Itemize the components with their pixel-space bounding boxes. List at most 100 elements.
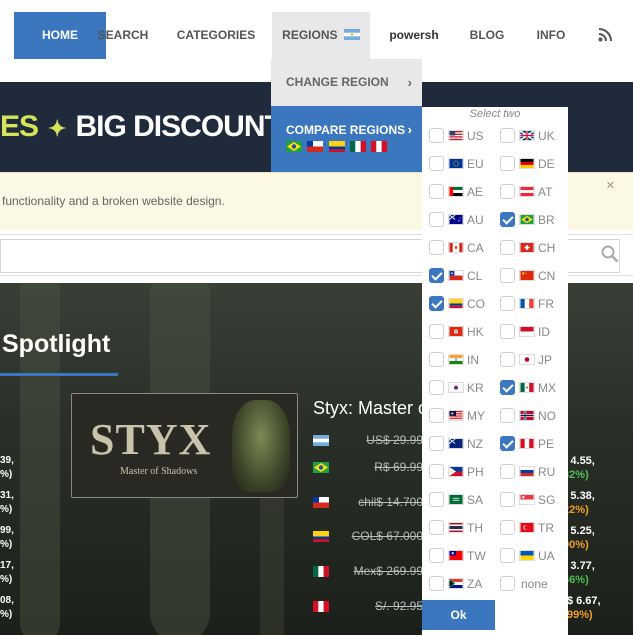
region-checkbox[interactable] — [500, 576, 515, 591]
region-option-kr[interactable]: KR — [422, 376, 492, 398]
price-line: 31, — [0, 490, 14, 501]
region-option-de[interactable]: DE — [493, 152, 563, 174]
nav-categories[interactable]: CATEGORIES — [176, 12, 256, 59]
region-checkbox[interactable] — [500, 128, 515, 143]
region-checkbox[interactable] — [500, 268, 515, 283]
ph-flag-icon — [448, 466, 464, 477]
cl-flag-icon — [448, 270, 464, 281]
region-checkbox[interactable] — [500, 240, 515, 255]
region-checkbox[interactable] — [500, 380, 515, 395]
region-option-at[interactable]: AT — [493, 180, 563, 202]
region-option-cl[interactable]: CL — [422, 264, 492, 286]
old-price: US$ 29.99 — [366, 433, 423, 447]
region-option-pe[interactable]: PE — [493, 432, 563, 454]
region-checkbox[interactable] — [429, 548, 444, 563]
region-checkbox[interactable] — [429, 492, 444, 507]
br-flag-icon — [519, 214, 535, 225]
region-checkbox[interactable] — [429, 380, 444, 395]
close-icon[interactable]: ✕ — [606, 179, 615, 192]
region-checkbox[interactable] — [429, 296, 444, 311]
region-option-ru[interactable]: RU — [493, 460, 563, 482]
region-checkbox[interactable] — [429, 324, 444, 339]
region-checkbox[interactable] — [429, 352, 444, 367]
region-option-au[interactable]: AU — [422, 208, 492, 230]
region-checkbox[interactable] — [429, 240, 444, 255]
region-option-id[interactable]: ID — [493, 320, 563, 342]
chile-flag-icon — [313, 497, 329, 508]
region-option-br[interactable]: BR — [493, 208, 563, 230]
region-checkbox[interactable] — [429, 520, 444, 535]
region-option-fr[interactable]: FR — [493, 292, 563, 314]
region-checkbox[interactable] — [500, 436, 515, 451]
no-flag-icon — [519, 410, 535, 421]
region-checkbox[interactable] — [429, 212, 444, 227]
nz-flag-icon — [448, 438, 464, 449]
region-option-co[interactable]: CO — [422, 292, 492, 314]
region-option-jp[interactable]: JP — [493, 348, 563, 370]
region-checkbox[interactable] — [429, 184, 444, 199]
region-option-tw[interactable]: TW — [422, 544, 492, 566]
region-option-nz[interactable]: NZ — [422, 432, 492, 454]
region-option-sa[interactable]: SA — [422, 488, 492, 510]
region-checkbox[interactable] — [500, 296, 515, 311]
region-option-ch[interactable]: CH — [493, 236, 563, 258]
region-option-za[interactable]: ZA — [422, 572, 492, 594]
region-checkbox[interactable] — [500, 520, 515, 535]
nav-search[interactable]: SEARCH — [94, 12, 152, 59]
region-option-tr[interactable]: TR — [493, 516, 563, 538]
menu-compare-regions[interactable]: COMPARE REGIONS › — [271, 106, 422, 172]
region-checkbox[interactable] — [500, 156, 515, 171]
region-checkbox[interactable] — [429, 156, 444, 171]
rss-icon[interactable] — [592, 12, 618, 59]
region-option-none[interactable]: none — [493, 572, 563, 594]
region-option-ph[interactable]: PH — [422, 460, 492, 482]
region-checkbox[interactable] — [429, 436, 444, 451]
region-code: none — [521, 577, 548, 591]
region-checkbox[interactable] — [500, 408, 515, 423]
region-option-cn[interactable]: CN — [493, 264, 563, 286]
nav-blog[interactable]: BLOG — [468, 12, 506, 59]
region-option-sg[interactable]: SG — [493, 488, 563, 510]
game-title[interactable]: Styx: Master o — [313, 398, 428, 419]
ok-button[interactable]: Ok — [422, 600, 495, 630]
region-checkbox[interactable] — [500, 352, 515, 367]
region-option-mx[interactable]: MX — [493, 376, 563, 398]
game-logo-subtitle: Master of Shadows — [120, 466, 198, 477]
nav-user[interactable]: powersh — [386, 12, 442, 59]
menu-change-region[interactable]: CHANGE REGION › — [271, 59, 422, 106]
ca-flag-icon — [448, 242, 464, 253]
peru-flag-icon — [371, 141, 388, 152]
nav-home[interactable]: HOME — [14, 12, 106, 59]
region-option-my[interactable]: MY — [422, 404, 492, 426]
region-option-ae[interactable]: AE — [422, 180, 492, 202]
price-line: %) — [0, 504, 13, 515]
region-checkbox[interactable] — [500, 548, 515, 563]
region-checkbox[interactable] — [429, 464, 444, 479]
region-checkbox[interactable] — [500, 212, 515, 227]
nav-info[interactable]: INFO — [535, 12, 567, 59]
region-checkbox[interactable] — [500, 492, 515, 507]
region-checkbox[interactable] — [429, 576, 444, 591]
region-checkbox[interactable] — [429, 128, 444, 143]
search-icon[interactable] — [601, 245, 619, 263]
region-checkbox[interactable] — [500, 184, 515, 199]
region-checkbox[interactable] — [429, 268, 444, 283]
region-option-in[interactable]: IN — [422, 348, 492, 370]
region-checkbox[interactable] — [500, 324, 515, 339]
nav-regions[interactable]: REGIONS — [272, 12, 370, 59]
star-icon: ✦ — [48, 116, 66, 141]
region-checkbox[interactable] — [429, 408, 444, 423]
region-option-us[interactable]: US — [422, 124, 492, 146]
region-option-th[interactable]: TH — [422, 516, 492, 538]
region-option-ca[interactable]: CA — [422, 236, 492, 258]
region-option-eu[interactable]: EU — [422, 152, 492, 174]
game-thumbnail[interactable]: STYX Master of Shadows — [71, 393, 298, 498]
region-option-no[interactable]: NO — [493, 404, 563, 426]
region-option-uk[interactable]: UK — [493, 124, 563, 146]
region-checkbox[interactable] — [500, 464, 515, 479]
price-row: chil$ 14.700 — [313, 495, 433, 515]
region-option-hk[interactable]: HK — [422, 320, 492, 342]
left-price: 31,%) — [0, 489, 14, 517]
region-option-ua[interactable]: UA — [493, 544, 563, 566]
region-code: TR — [538, 521, 554, 535]
